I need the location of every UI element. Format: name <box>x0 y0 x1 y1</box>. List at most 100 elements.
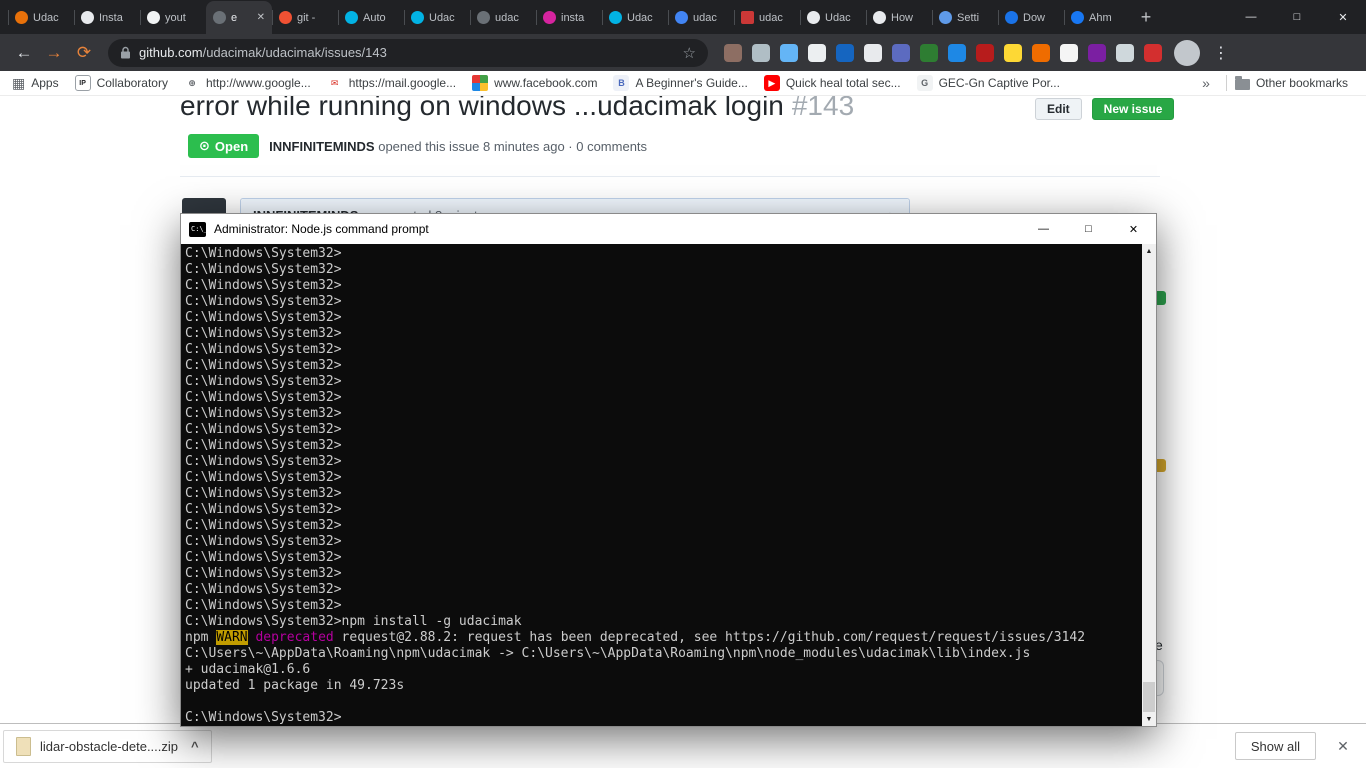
extension-icon[interactable] <box>808 43 826 62</box>
terminal-scrollbar[interactable]: ▲ ▼ <box>1142 244 1156 726</box>
terminal-close-button[interactable]: ✕ <box>1111 214 1156 244</box>
extension-icon[interactable] <box>1032 43 1050 62</box>
bookmark-item[interactable]: www.facebook.com <box>472 75 597 91</box>
tab-udac[interactable]: udac <box>470 1 536 34</box>
bookmark-item[interactable]: ▶ Quick heal total sec... <box>763 75 901 91</box>
profile-avatar[interactable] <box>1174 39 1200 66</box>
browser-menu-icon[interactable]: ⋮ <box>1212 43 1230 63</box>
window-controls: — □ ✕ <box>1228 0 1366 34</box>
facebook-icon <box>1071 11 1084 24</box>
tab-yout[interactable]: yout <box>140 1 206 34</box>
extension-icon[interactable] <box>1088 43 1106 62</box>
scroll-down-icon[interactable]: ▼ <box>1142 712 1156 726</box>
extension-icon[interactable] <box>724 43 742 62</box>
warn-badge: WARN <box>216 630 248 645</box>
tab-auto[interactable]: Auto <box>338 1 404 34</box>
tab-git[interactable]: git - <box>272 1 338 34</box>
bookmark-item[interactable]: B A Beginner's Guide... <box>613 75 748 91</box>
extension-icon[interactable] <box>1004 43 1022 62</box>
download-caret-icon[interactable]: ^ <box>191 739 199 754</box>
tab-title: Udac <box>825 11 851 24</box>
page-fragment-yellow <box>1157 459 1166 472</box>
extension-icon[interactable] <box>780 43 798 62</box>
terminal-line: C:\Windows\System32> <box>185 374 342 389</box>
back-button[interactable]: ← <box>10 39 38 67</box>
tab-title: Udac <box>429 11 455 24</box>
terminal-titlebar[interactable]: C:\_ Administrator: Node.js command prom… <box>181 214 1156 244</box>
terminal-line: C:\Windows\System32> <box>185 598 342 613</box>
extension-icon[interactable] <box>752 43 770 62</box>
terminal-line: updated 1 package in 49.723s <box>185 678 405 693</box>
show-all-downloads-button[interactable]: Show all <box>1234 732 1316 760</box>
tab-dow[interactable]: Dow <box>998 1 1064 34</box>
terminal-maximize-button[interactable]: □ <box>1066 214 1111 244</box>
tab-close-icon[interactable]: ✕ <box>257 12 265 23</box>
tab-udac[interactable]: Udac <box>8 1 74 34</box>
tab-title: How <box>891 11 914 24</box>
edit-button[interactable]: Edit <box>1035 98 1082 120</box>
extension-icon[interactable] <box>892 43 910 62</box>
tab-title: Setti <box>957 11 980 24</box>
download-item[interactable]: lidar-obstacle-dete....zip ^ <box>3 729 212 763</box>
window-maximize-button[interactable]: □ <box>1274 0 1320 34</box>
extension-icon[interactable] <box>948 43 966 62</box>
new-tab-button[interactable]: + <box>1132 3 1160 31</box>
window-minimize-button[interactable]: — <box>1228 0 1274 34</box>
tab-udac[interactable]: Udac <box>404 1 470 34</box>
bookmark-list: IP Collaboratory ⊕ http://www.google... ✉ htt… <box>74 75 1076 91</box>
tab-title: Auto <box>363 11 386 24</box>
bookmarks-overflow-chevron[interactable]: » <box>1194 75 1218 91</box>
scroll-up-icon[interactable]: ▲ <box>1142 244 1156 258</box>
issue-meta-row: ⊙ Open INNFINITEMINDS opened this issue 8… <box>188 134 647 158</box>
bookmark-item[interactable]: IP Collaboratory <box>74 75 168 91</box>
tab-e[interactable]: e ✕ <box>206 1 272 34</box>
refresh-button[interactable]: ⟳ <box>70 39 98 67</box>
tab-insta[interactable]: insta <box>536 1 602 34</box>
tab-udac[interactable]: Udac <box>602 1 668 34</box>
scrollbar-thumb[interactable] <box>1143 682 1155 712</box>
tab-strip: Udac Insta yout e ✕ git - Auto Udac udac insta Uda… <box>0 0 1366 34</box>
instagram-icon <box>81 11 94 24</box>
other-bookmarks-button[interactable]: Other bookmarks <box>1234 75 1348 90</box>
bookmark-item[interactable]: ⊕ http://www.google... <box>183 75 311 91</box>
extension-icon[interactable] <box>1116 43 1134 62</box>
new-issue-button[interactable]: New issue <box>1091 98 1175 120</box>
extension-icon[interactable] <box>1144 43 1162 62</box>
address-bar[interactable]: github.com/udacimak/udacimak/issues/143 … <box>108 38 708 67</box>
terminal-line: C:\Windows\System32> <box>185 582 342 597</box>
terminal-output[interactable]: C:\Windows\System32> C:\Windows\System32>… <box>181 244 1142 726</box>
terminal-line: C:\Users\~\AppData\Roaming\npm\udacimak … <box>185 646 1031 661</box>
extension-icon[interactable] <box>1060 43 1078 62</box>
close-icon: ✕ <box>1128 223 1139 236</box>
tab-udac[interactable]: udac <box>668 1 734 34</box>
bookmark-item[interactable]: G GEC-Gn Captive Por... <box>916 75 1060 91</box>
extension-icon[interactable] <box>920 43 938 62</box>
url-text: github.com/udacimak/udacimak/issues/143 <box>139 45 675 60</box>
issue-title-text: error while running on windows ...udacim… <box>180 96 784 121</box>
download-bar-close-icon[interactable]: ✕ <box>1332 735 1354 757</box>
bookmark-item[interactable]: ✉ https://mail.google... <box>326 75 456 91</box>
extension-icon[interactable] <box>976 43 994 62</box>
url-path: /udacimak/udacimak/issues/143 <box>202 45 387 60</box>
tab-setti[interactable]: Setti <box>932 1 998 34</box>
apps-shortcut[interactable]: ▦ Apps <box>12 76 59 90</box>
udacity-icon <box>15 11 28 24</box>
maximize-icon: □ <box>1293 11 1301 23</box>
youtube-icon <box>147 11 160 24</box>
terminal-window[interactable]: C:\_ Administrator: Node.js command prom… <box>180 213 1157 727</box>
terminal-minimize-button[interactable]: — <box>1021 214 1066 244</box>
extension-icon[interactable] <box>836 43 854 62</box>
bookmark-star-icon[interactable]: ☆ <box>683 44 696 62</box>
forward-button[interactable]: → <box>40 39 68 67</box>
terminal-line: C:\Windows\System32>npm install -g udaci… <box>185 614 522 629</box>
issue-open-icon: ⊙ <box>199 138 210 153</box>
tab-how[interactable]: How <box>866 1 932 34</box>
window-close-button[interactable]: ✕ <box>1320 0 1366 34</box>
extension-icon[interactable] <box>864 43 882 62</box>
tab-insta[interactable]: Insta <box>74 1 140 34</box>
tab-udac[interactable]: udac <box>734 1 800 34</box>
tab-udac[interactable]: Udac <box>800 1 866 34</box>
issue-author-link[interactable]: INNFINITEMINDS <box>269 139 374 154</box>
tab-ahm[interactable]: Ahm <box>1064 1 1130 34</box>
terminal-line: C:\Windows\System32> <box>185 294 342 309</box>
